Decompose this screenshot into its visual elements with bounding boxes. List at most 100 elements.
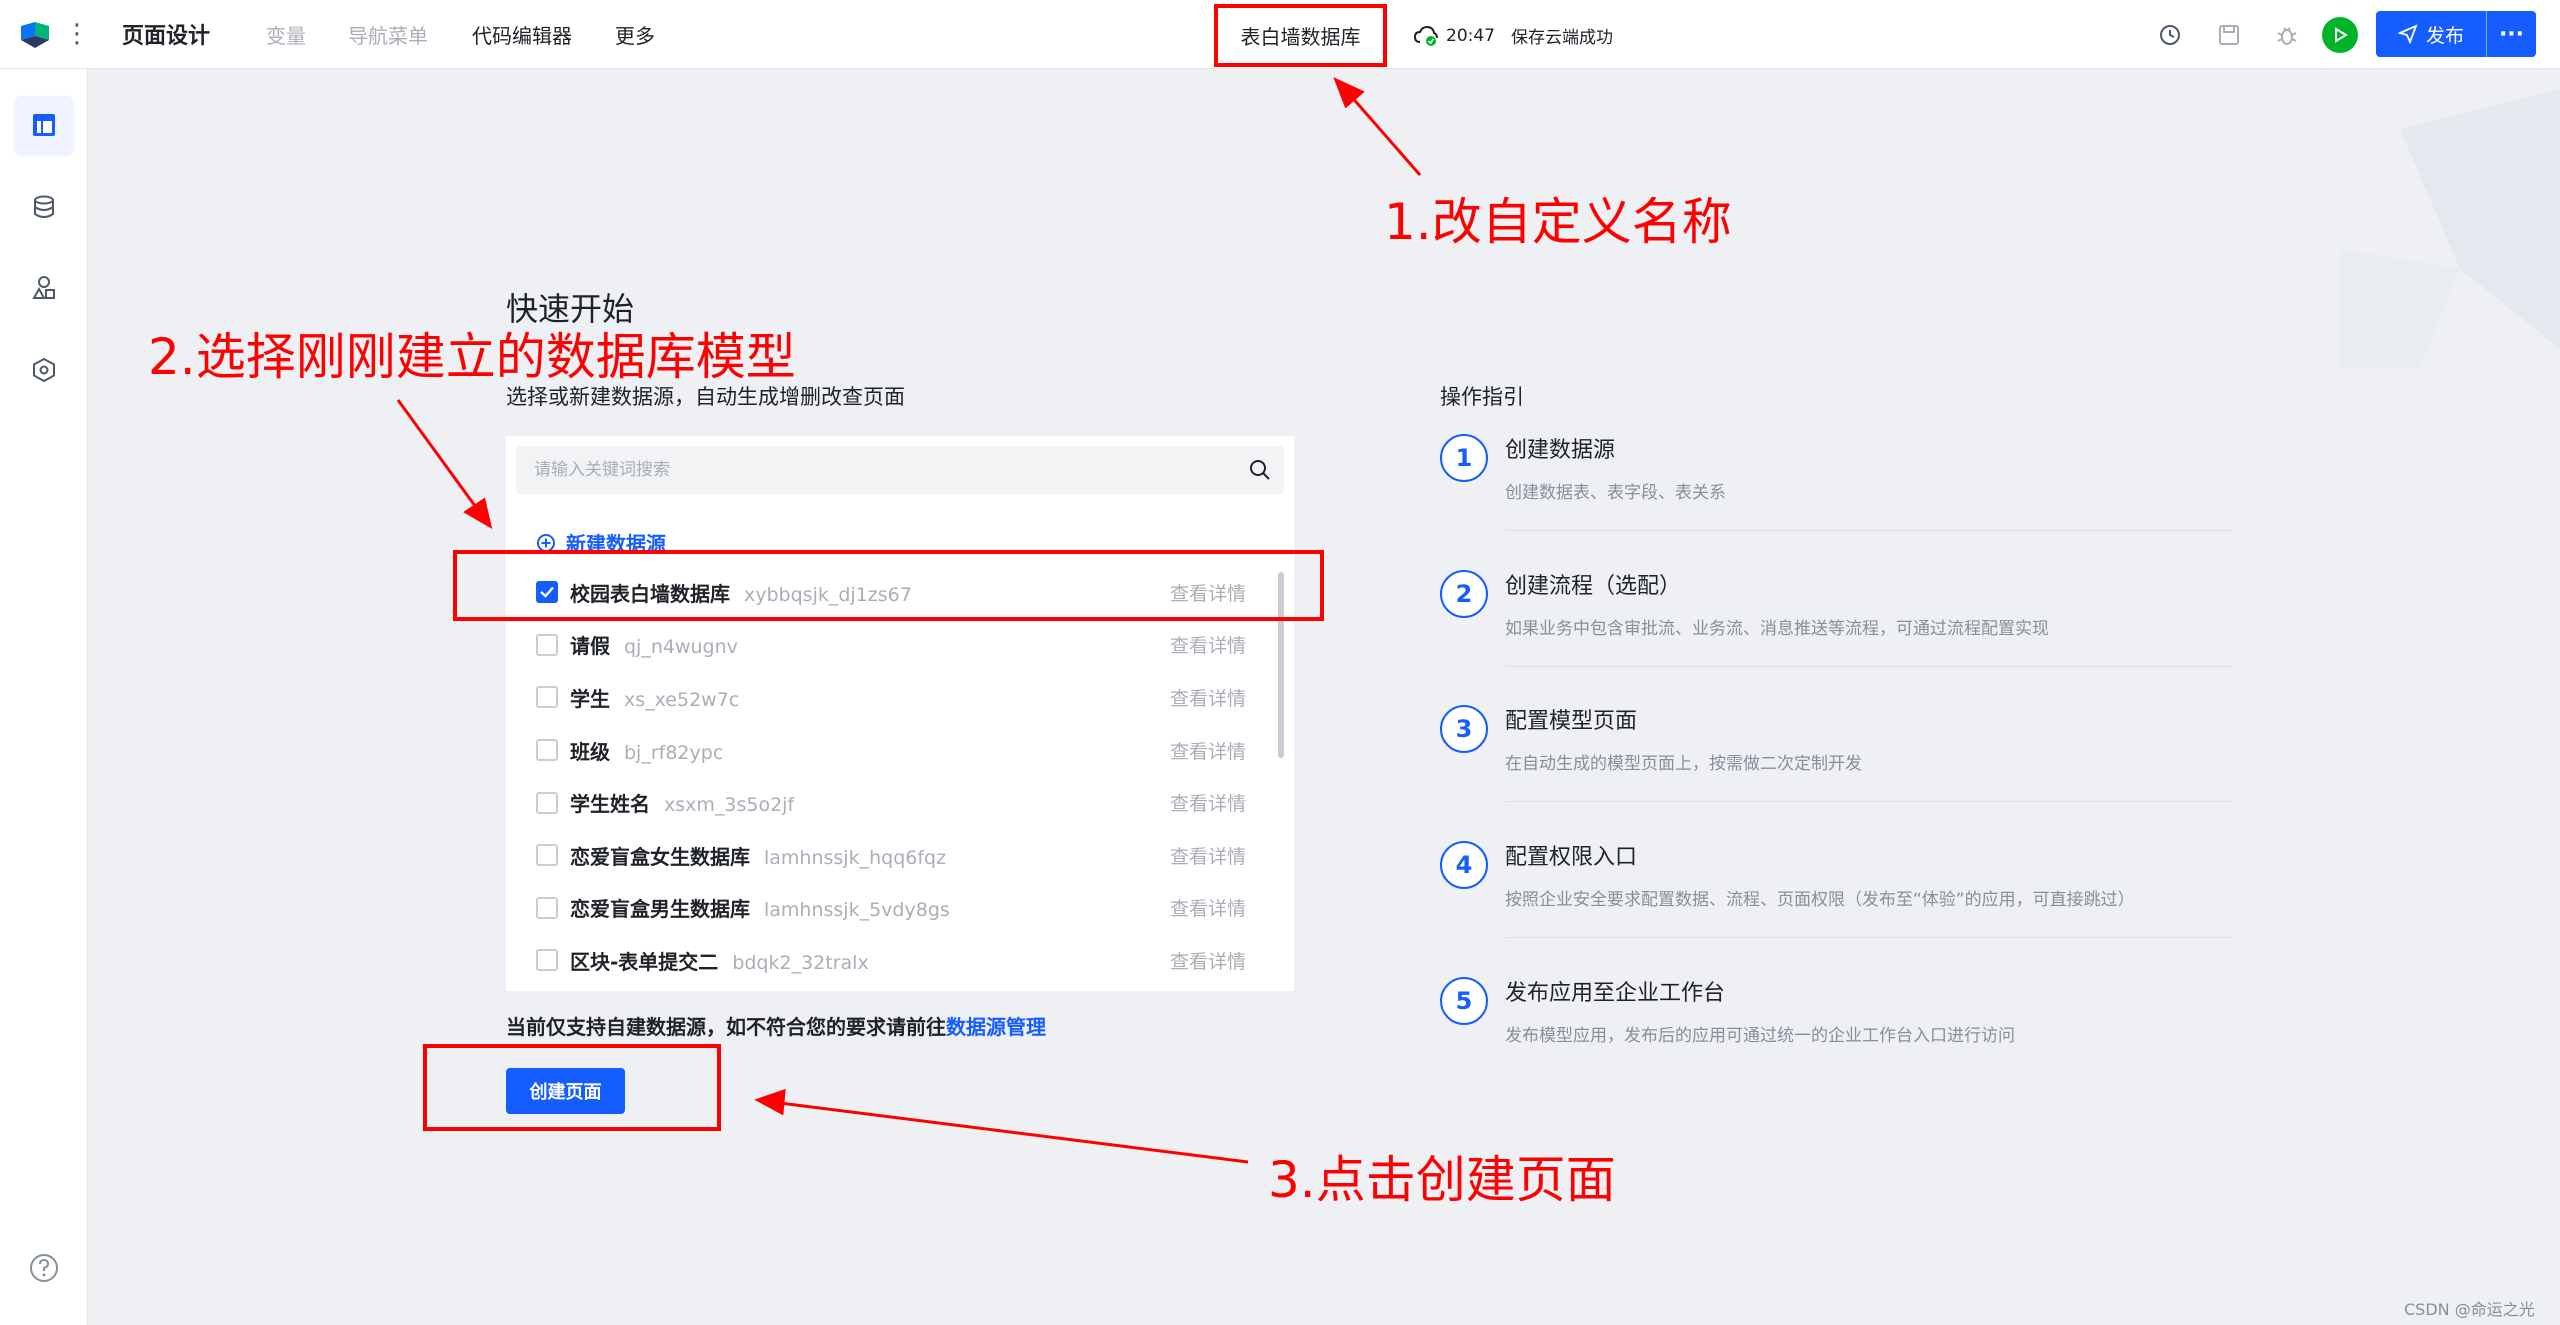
- step-title: 配置权限入口: [1505, 845, 1638, 870]
- view-detail-link[interactable]: 查看详情: [1170, 789, 1246, 816]
- datasource-list: 校园表白墙数据库 xybbqsjk_dj1zs67 查看详情 请假 qj_n4wug…: [506, 566, 1276, 987]
- step-description: 发布模型应用，发布后的应用可通过统一的企业工作台入口进行访问: [1505, 1026, 2015, 1046]
- history-icon[interactable]: [2155, 20, 2185, 50]
- top-bar: ⋮ 页面设计 变量 导航菜单 代码编辑器 更多 表白墙数据库 20:47 保存云…: [0, 0, 2560, 69]
- notice-text: 当前仅支持自建数据源，如不符合您的要求请前往: [506, 1015, 946, 1039]
- datasource-code: qj_n4wugnv: [624, 636, 738, 659]
- view-detail-link[interactable]: 查看详情: [1170, 684, 1246, 711]
- search-box: [516, 446, 1284, 494]
- view-detail-link[interactable]: 查看详情: [1170, 947, 1246, 974]
- view-detail-link[interactable]: 查看详情: [1170, 894, 1246, 921]
- datasource-notice: 当前仅支持自建数据源，如不符合您的要求请前往数据源管理: [506, 1011, 1046, 1040]
- datasource-code: lamhnssjk_5vdy8gs: [764, 899, 950, 922]
- page-icon: [33, 114, 55, 136]
- divider: [1505, 801, 2232, 802]
- bug-icon[interactable]: [2272, 20, 2302, 50]
- step-description: 创建数据表、表字段、表关系: [1505, 483, 1726, 503]
- publish-label: 发布: [2425, 24, 2464, 47]
- preview-button[interactable]: [2322, 17, 2358, 53]
- list-item[interactable]: 学生姓名 xsxm_3s5o2jf 查看详情: [506, 776, 1276, 829]
- components-icon: [32, 276, 55, 299]
- list-item[interactable]: 学生 xs_xe52w7c 查看详情: [506, 671, 1276, 724]
- datasource-name: 区块-表单提交二: [570, 949, 719, 974]
- datasource-code: xs_xe52w7c: [624, 688, 740, 711]
- datasource-code: lamhnssjk_hqq6fqz: [764, 846, 947, 869]
- app-logo[interactable]: [18, 20, 52, 50]
- list-item[interactable]: 区块-表单提交二 bdqk2_32tralx 查看详情: [506, 934, 1276, 987]
- publish-button-group: 发布 ···: [2376, 11, 2536, 57]
- sidebar-item-data[interactable]: [15, 178, 73, 236]
- step-number: 3: [1440, 705, 1488, 753]
- annotation-select-model: 2.选择刚刚建立的数据库模型: [148, 328, 796, 386]
- highlight-box-create: [423, 1044, 721, 1131]
- highlight-box-datasource: [453, 550, 1324, 621]
- datasource-panel: 新建数据源 校园表白墙数据库xybbqsjk_dj1zs67 查看详情 请假qj…: [506, 436, 1294, 991]
- step-description: 按照企业安全要求配置数据、流程、页面权限（发布至“体验”的应用，可直接跳过）: [1505, 890, 2135, 910]
- checkbox[interactable]: [536, 844, 558, 867]
- app-name-field[interactable]: 表白墙数据库: [1214, 4, 1387, 67]
- watermark: CSDN @命运之光: [2404, 1300, 2535, 1319]
- divider: [1505, 530, 2232, 531]
- datasource-name: 学生姓名: [570, 792, 650, 817]
- cloud-check-icon: [1414, 25, 1438, 46]
- datasource-name: 恋爱盲盒男生数据库: [570, 897, 750, 922]
- save-status: 20:47 保存云端成功: [1414, 23, 1613, 48]
- checkbox[interactable]: [536, 686, 558, 709]
- page-title: 页面设计: [122, 24, 211, 49]
- list-item[interactable]: 班级 bj_rf82ypc 查看详情: [506, 724, 1276, 777]
- search-icon[interactable]: [1248, 458, 1272, 482]
- app-menu-icon[interactable]: ⋮: [64, 20, 90, 48]
- view-detail-link[interactable]: 查看详情: [1170, 842, 1246, 869]
- step-number: 4: [1440, 841, 1488, 889]
- checkbox[interactable]: [536, 739, 558, 762]
- nav-variables[interactable]: 变量: [266, 20, 306, 49]
- checkbox[interactable]: [536, 949, 558, 972]
- datasource-code: bdqk2_32tralx: [732, 951, 869, 974]
- datasource-manage-link[interactable]: 数据源管理: [946, 1015, 1046, 1039]
- divider: [1505, 666, 2232, 667]
- step-title: 创建数据源: [1505, 438, 1616, 463]
- search-input[interactable]: [516, 446, 1216, 494]
- play-icon: [2335, 27, 2348, 43]
- checkbox[interactable]: [536, 791, 558, 814]
- database-icon: [34, 195, 54, 218]
- datasource-code: bj_rf82ypc: [624, 741, 724, 764]
- left-sidebar: [0, 69, 88, 1325]
- checkbox[interactable]: [536, 633, 558, 656]
- sidebar-item-settings[interactable]: [15, 341, 73, 399]
- save-icon[interactable]: [2214, 20, 2244, 50]
- publish-button[interactable]: 发布: [2376, 11, 2486, 57]
- step-title: 发布应用至企业工作台: [1505, 981, 1726, 1006]
- step-number: 5: [1440, 977, 1488, 1025]
- datasource-name: 学生: [570, 686, 610, 711]
- help-icon[interactable]: [28, 1252, 60, 1284]
- annotation-rename: 1.改自定义名称: [1384, 193, 1732, 251]
- settings-icon: [33, 357, 55, 383]
- datasource-name: 请假: [570, 634, 610, 659]
- list-item[interactable]: 恋爱盲盒男生数据库 lamhnssjk_5vdy8gs 查看详情: [506, 882, 1276, 935]
- publish-more-button[interactable]: ···: [2486, 11, 2536, 57]
- sidebar-item-pages[interactable]: [15, 96, 73, 154]
- step-title: 配置模型页面: [1505, 709, 1638, 734]
- sidebar-item-components[interactable]: [15, 259, 73, 317]
- save-time: 20:47: [1446, 25, 1495, 46]
- checkbox[interactable]: [536, 896, 558, 919]
- step-description: 在自动生成的模型页面上，按需做二次定制开发: [1505, 754, 1862, 774]
- step-number: 1: [1440, 434, 1488, 482]
- nav-navigation-menu[interactable]: 导航菜单: [348, 20, 428, 49]
- list-item[interactable]: 请假 qj_n4wugnv 查看详情: [506, 619, 1276, 672]
- view-detail-link[interactable]: 查看详情: [1170, 737, 1246, 764]
- nav-more[interactable]: 更多: [615, 20, 655, 49]
- send-icon: [2397, 24, 2418, 44]
- divider: [1505, 937, 2232, 938]
- datasource-name: 恋爱盲盒女生数据库: [570, 844, 750, 869]
- background-decoration: [2340, 89, 2560, 369]
- save-text: 保存云端成功: [1511, 28, 1613, 48]
- step-description: 如果业务中包含审批流、业务流、消息推送等流程，可通过流程配置实现: [1505, 619, 2049, 639]
- list-item[interactable]: 恋爱盲盒女生数据库 lamhnssjk_hqq6fqz 查看详情: [506, 829, 1276, 882]
- nav-code-editor[interactable]: 代码编辑器: [472, 20, 572, 49]
- datasource-name: 班级: [570, 739, 610, 764]
- view-detail-link[interactable]: 查看详情: [1170, 631, 1246, 658]
- annotation-click-create: 3.点击创建页面: [1268, 1151, 1616, 1209]
- datasource-code: xsxm_3s5o2jf: [664, 794, 795, 817]
